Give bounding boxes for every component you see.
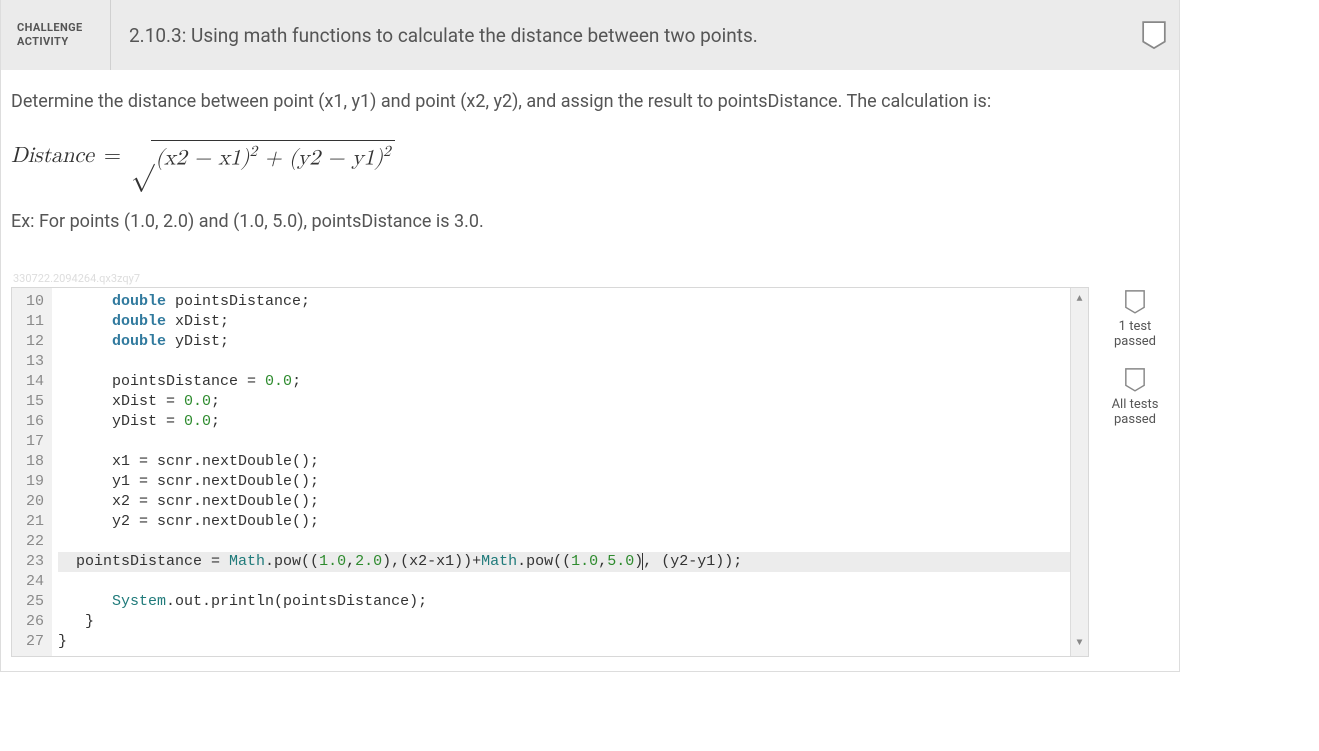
line-number: 10 — [20, 292, 44, 312]
test-status-all: All tests passed — [1101, 367, 1169, 427]
code-line[interactable]: double pointsDistance; — [58, 292, 1070, 312]
line-number: 20 — [20, 492, 44, 512]
code-line[interactable]: pointsDistance = Math.pow((1.0,2.0),(x2-… — [58, 552, 1070, 572]
code-line[interactable]: x2 = scnr.nextDouble(); — [58, 492, 1070, 512]
formula-rhs: (x2 − x1)2 + (y2 − y1)2 — [151, 140, 394, 171]
line-number: 19 — [20, 472, 44, 492]
code-line[interactable] — [58, 572, 1070, 592]
header-label: CHALLENGE ACTIVITY — [1, 0, 111, 70]
header-label-line1: CHALLENGE — [17, 21, 94, 35]
code-line[interactable] — [58, 352, 1070, 372]
example-text: Ex: For points (1.0, 2.0) and (1.0, 5.0)… — [11, 211, 1169, 232]
header-label-line2: ACTIVITY — [17, 35, 94, 49]
code-line[interactable]: double xDist; — [58, 312, 1070, 332]
line-number: 11 — [20, 312, 44, 332]
line-number: 23 — [20, 552, 44, 572]
code-line[interactable]: } — [58, 632, 1070, 652]
watermark: 330722.2094264.qx3zqy7 — [11, 272, 1169, 285]
line-number: 15 — [20, 392, 44, 412]
code-line[interactable]: y2 = scnr.nextDouble(); — [58, 512, 1070, 532]
line-number: 26 — [20, 612, 44, 632]
prompt-text: Determine the distance between point (x1… — [11, 88, 1169, 116]
code-editor[interactable]: 101112131415161718192021222324252627 dou… — [11, 287, 1089, 657]
vertical-scrollbar[interactable]: ▲ ▼ — [1070, 288, 1088, 656]
challenge-body: Determine the distance between point (x1… — [1, 70, 1179, 671]
code-line[interactable]: y1 = scnr.nextDouble(); — [58, 472, 1070, 492]
shield-icon — [1124, 289, 1146, 315]
progress-icon[interactable] — [1141, 20, 1167, 50]
scroll-up-icon[interactable]: ▲ — [1071, 288, 1088, 312]
challenge-header: CHALLENGE ACTIVITY 2.10.3: Using math fu… — [1, 0, 1179, 70]
challenge-container: CHALLENGE ACTIVITY 2.10.3: Using math fu… — [0, 0, 1180, 672]
line-number: 17 — [20, 432, 44, 452]
test-status-column: 1 test passed All tests passed — [1101, 287, 1169, 445]
sqrt-expression: √ (x2 − x1)2 + (y2 − y1)2 — [131, 140, 395, 171]
code-line[interactable] — [58, 432, 1070, 452]
code-line[interactable]: xDist = 0.0; — [58, 392, 1070, 412]
code-line[interactable] — [58, 532, 1070, 552]
formula-equals: = — [100, 143, 125, 169]
line-number: 25 — [20, 592, 44, 612]
line-number: 12 — [20, 332, 44, 352]
test-status-1: 1 test passed — [1101, 289, 1169, 349]
line-number: 16 — [20, 412, 44, 432]
line-number: 22 — [20, 532, 44, 552]
line-number: 18 — [20, 452, 44, 472]
line-number: 13 — [20, 352, 44, 372]
code-line[interactable]: double yDist; — [58, 332, 1070, 352]
code-line[interactable]: pointsDistance = 0.0; — [58, 372, 1070, 392]
formula-lhs: Distance — [11, 143, 94, 169]
test-status-1-label: 1 test passed — [1101, 319, 1169, 349]
test-status-all-label: All tests passed — [1101, 397, 1169, 427]
shield-icon — [1124, 367, 1146, 393]
line-number: 14 — [20, 372, 44, 392]
editor-row: 101112131415161718192021222324252627 dou… — [11, 287, 1169, 657]
code-area[interactable]: double pointsDistance; double xDist; dou… — [52, 288, 1070, 656]
code-line[interactable]: System.out.println(pointsDistance); — [58, 592, 1070, 612]
line-number: 27 — [20, 632, 44, 652]
line-number: 21 — [20, 512, 44, 532]
line-number: 24 — [20, 572, 44, 592]
header-title: 2.10.3: Using math functions to calculat… — [111, 24, 1141, 47]
scroll-down-icon[interactable]: ▼ — [1071, 632, 1088, 656]
code-line[interactable]: } — [58, 612, 1070, 632]
line-gutter: 101112131415161718192021222324252627 — [12, 288, 52, 656]
code-line[interactable]: x1 = scnr.nextDouble(); — [58, 452, 1070, 472]
distance-formula: Distance = √ (x2 − x1)2 + (y2 − y1)2 — [11, 140, 1169, 171]
code-line[interactable]: yDist = 0.0; — [58, 412, 1070, 432]
